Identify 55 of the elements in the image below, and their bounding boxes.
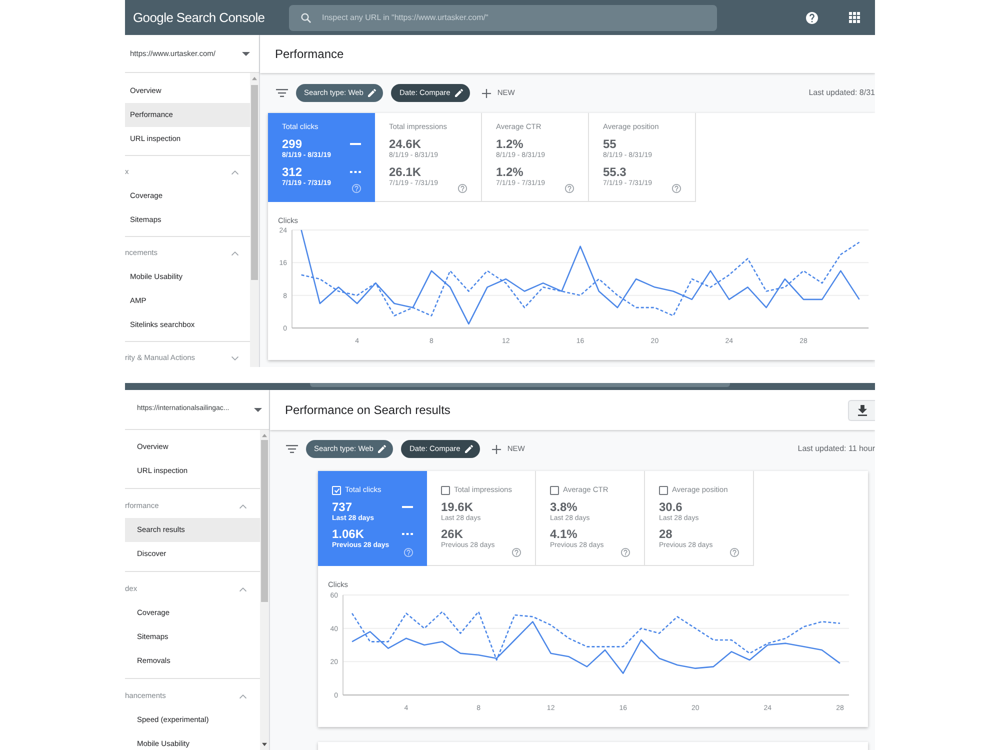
pencil-icon bbox=[465, 445, 474, 453]
metric-value: 299 bbox=[282, 137, 302, 151]
metric-value: 19.6K bbox=[441, 500, 474, 514]
metric-value: 3.8% bbox=[550, 500, 578, 514]
metric-value: 30.6 bbox=[659, 500, 682, 514]
checkbox[interactable] bbox=[550, 486, 559, 494]
caret-icon bbox=[254, 408, 262, 412]
pencil-icon bbox=[455, 89, 464, 97]
filter-icon[interactable] bbox=[276, 89, 288, 97]
dotted-line-icon bbox=[402, 533, 413, 535]
metric-value: 24.6K bbox=[389, 137, 422, 151]
metric-value: 55 bbox=[603, 137, 616, 151]
metric-value: 737 bbox=[332, 500, 352, 514]
dotted-line-icon bbox=[350, 171, 361, 173]
checkbox[interactable] bbox=[441, 486, 450, 494]
chevron-up-icon[interactable] bbox=[239, 504, 247, 508]
apps-grid-icon[interactable] bbox=[849, 12, 860, 23]
last-updated: Last updated: 8/31 bbox=[808, 87, 875, 99]
scrollbar-thumb[interactable] bbox=[251, 85, 258, 280]
metric-value: 26.1K bbox=[389, 165, 422, 179]
plus-icon bbox=[492, 444, 502, 454]
metric-value: 4.1% bbox=[550, 527, 578, 541]
metric-value: 28 bbox=[659, 527, 672, 541]
search-field[interactable] bbox=[310, 383, 730, 387]
scroll-down-icon[interactable] bbox=[262, 742, 267, 747]
scrollbar[interactable] bbox=[260, 430, 269, 750]
metric-value: 1.2% bbox=[496, 165, 524, 179]
metric-value: 26K bbox=[441, 527, 464, 541]
scrollbar[interactable] bbox=[250, 73, 259, 367]
filter-icon[interactable] bbox=[286, 445, 298, 453]
plus-icon bbox=[482, 88, 492, 98]
chevron-up-icon[interactable] bbox=[231, 170, 239, 174]
metric-value: 312 bbox=[282, 165, 302, 179]
chevron-up-icon[interactable] bbox=[231, 250, 239, 256]
scroll-up-icon[interactable] bbox=[262, 433, 267, 438]
pencil-icon bbox=[378, 445, 386, 453]
metric-value: 1.2% bbox=[496, 137, 524, 151]
help-icon[interactable] bbox=[806, 12, 818, 24]
last-updated: Last updated: 11 hour bbox=[798, 443, 875, 455]
download-button[interactable] bbox=[848, 400, 875, 420]
chevron-down-icon[interactable] bbox=[231, 356, 239, 360]
metric-value: 1.06K bbox=[332, 527, 364, 541]
chevron-up-icon[interactable] bbox=[239, 586, 247, 592]
scroll-up-icon[interactable] bbox=[252, 76, 257, 81]
scrollbar-thumb[interactable] bbox=[261, 440, 268, 602]
page-title: Performance on Search results bbox=[285, 403, 450, 417]
pencil-icon bbox=[368, 89, 376, 97]
page-title: Performance bbox=[275, 47, 344, 61]
download-icon bbox=[858, 404, 866, 416]
caret-icon bbox=[242, 52, 250, 56]
metric-value: 55.3 bbox=[603, 165, 626, 179]
chevron-up-icon[interactable] bbox=[239, 694, 247, 698]
checkbox[interactable] bbox=[659, 486, 668, 494]
search-icon bbox=[301, 12, 311, 22]
app-logo[interactable]: Google Search Console bbox=[133, 10, 265, 24]
